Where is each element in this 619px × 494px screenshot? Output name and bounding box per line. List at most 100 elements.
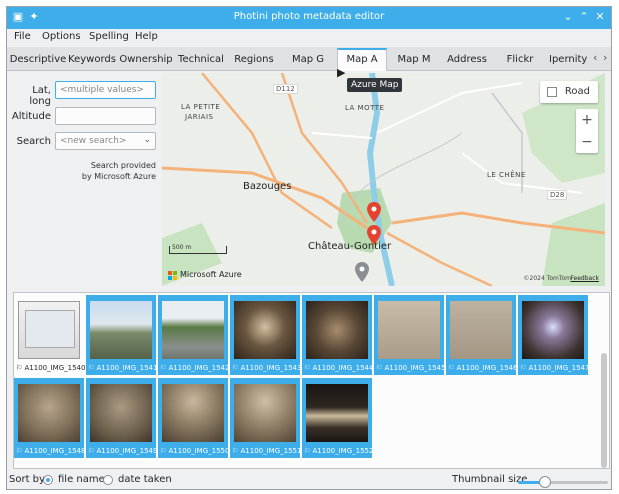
attribution-line-2: by Microsoft Azure xyxy=(81,172,156,181)
thumbnail[interactable]: ⚐ A1100_IMG_1546 xyxy=(446,295,518,375)
location-panel: Lat, long <multiple values> Altitude Sea… xyxy=(7,70,160,288)
map-pin-icon[interactable] xyxy=(367,225,381,245)
thumbnail-image xyxy=(162,301,224,359)
tab-descriptive[interactable]: Descriptive xyxy=(9,50,67,69)
sort-date-label[interactable]: date taken xyxy=(118,474,172,485)
thumbnail[interactable]: ⚐ A1100_IMG_1552 xyxy=(302,378,374,458)
search-label: Search xyxy=(16,136,51,147)
thumbnail-scrollbar[interactable] xyxy=(601,353,607,468)
thumbnail-image xyxy=(162,384,224,442)
thumbnail[interactable]: ⚐ A1100_IMG_1543 xyxy=(230,295,302,375)
altitude-label: Altitude xyxy=(11,111,51,122)
road-label-d28: D28 xyxy=(547,190,568,200)
thumbnail[interactable]: ⚐ A1100_IMG_1544 xyxy=(302,295,373,375)
thumbnail-caption: ⚐ A1100_IMG_1551 xyxy=(232,447,302,455)
road-label-d112: D112 xyxy=(273,84,298,94)
thumbnail-image xyxy=(90,384,152,442)
thumbnail-image xyxy=(306,301,368,359)
tab-scroll-left-icon[interactable]: ‹ xyxy=(593,51,597,64)
thumbnail-caption: ⚐ A1100_IMG_1543 xyxy=(232,364,302,372)
map-style-label: Road xyxy=(564,86,590,97)
tab-ipernity[interactable]: Ipernity xyxy=(549,50,593,69)
thumbnail-image xyxy=(234,301,296,359)
sort-label: Sort by xyxy=(9,474,45,485)
title-bar: ▣ ✦ Photini photo metadata editor ⌄ ⌃ ✕ xyxy=(7,7,611,29)
search-placeholder: <new search> xyxy=(60,136,127,146)
place-le-chene: LE CHÊNE xyxy=(487,171,526,179)
zoom-out-button[interactable]: − xyxy=(576,131,598,153)
map-brand: Microsoft Azure xyxy=(180,270,242,279)
search-combobox[interactable]: <new search> ⌄ xyxy=(55,132,156,150)
thumbnail-caption: ⚐ A1100_IMG_1552 xyxy=(304,447,374,455)
sort-filename-radio[interactable] xyxy=(43,475,53,485)
close-icon[interactable]: ✕ xyxy=(593,10,607,24)
menu-help[interactable]: Help xyxy=(135,31,158,42)
map-copyright: ©2024 TomTom xyxy=(523,275,572,282)
thumbnail-size-slider[interactable] xyxy=(518,476,608,488)
thumbnail[interactable]: ⚐ A1100_IMG_1550 xyxy=(158,378,229,458)
map-style-button[interactable]: Road xyxy=(540,81,598,103)
attribution-line-1: Search provided xyxy=(90,161,156,170)
thumbnail[interactable]: ⚐ A1100_IMG_1547 xyxy=(518,295,590,375)
maximize-icon[interactable]: ⌃ xyxy=(577,10,591,24)
thumbnail-grid: ⚐ A1100_IMG_1540 ⚐ A1100_IMG_1541 ⚐ A110… xyxy=(13,292,610,469)
thumbnail-image xyxy=(450,301,512,359)
thumbnail-image xyxy=(90,301,152,359)
zoom-in-button[interactable]: + xyxy=(576,109,598,131)
slider-handle[interactable] xyxy=(539,476,551,488)
menu-options[interactable]: Options xyxy=(42,31,81,42)
tab-keywords[interactable]: Keywords xyxy=(67,50,117,69)
thumbnail-caption: ⚐ A1100_IMG_1549 xyxy=(88,447,158,455)
scale-label: 500 m xyxy=(172,244,192,251)
thumbnail[interactable]: ⚐ A1100_IMG_1551 xyxy=(230,378,302,458)
thumbnail-image xyxy=(378,301,440,359)
tooltip: Azure Map xyxy=(347,78,403,92)
sort-filename-label[interactable]: file name xyxy=(58,474,105,485)
thumbnail-caption: ⚐ A1100_IMG_1548 xyxy=(16,447,86,455)
menu-file[interactable]: File xyxy=(14,31,31,42)
thumbnail-image xyxy=(522,301,584,359)
thumbnail-size-label: Thumbnail size xyxy=(452,474,528,485)
tab-address[interactable]: Address xyxy=(441,50,493,69)
thumbnail-image xyxy=(306,384,368,442)
thumbnail-caption: ⚐ A1100_IMG_1547 xyxy=(520,364,590,372)
thumbnail-image xyxy=(18,384,80,442)
tab-map-m[interactable]: Map M xyxy=(389,50,439,69)
tab-ownership[interactable]: Ownership xyxy=(119,50,173,69)
minimize-icon[interactable]: ⌄ xyxy=(561,10,575,24)
mouse-cursor-icon: ▶ xyxy=(337,66,346,79)
map-view[interactable]: D112 D28 LA PETITE JARIAIS LA MOTTE LE C… xyxy=(162,73,605,286)
thumbnail-caption: ⚐ A1100_IMG_1545 xyxy=(376,364,446,372)
thumbnail[interactable]: ⚐ A1100_IMG_1541 xyxy=(86,295,157,375)
tab-bar: Descriptive Keywords Ownership Technical… xyxy=(7,47,611,71)
map-feedback-link[interactable]: Feedback xyxy=(570,275,599,282)
thumbnail[interactable]: ⚐ A1100_IMG_1548 xyxy=(14,378,86,458)
thumbnail-caption: ⚐ A1100_IMG_1546 xyxy=(448,364,518,372)
search-attribution: Search provided by Microsoft Azure xyxy=(82,160,156,182)
chevron-down-icon: ⌄ xyxy=(143,135,151,145)
altitude-input[interactable] xyxy=(55,107,156,125)
map-pin-icon[interactable] xyxy=(367,202,381,222)
bottom-bar: Sort by file name date taken Thumbnail s… xyxy=(7,473,611,489)
thumbnail-image xyxy=(234,384,296,442)
place-jariais: JARIAIS xyxy=(185,113,214,121)
menu-spelling[interactable]: Spelling xyxy=(89,31,129,42)
latlong-label: Lat, long xyxy=(29,85,51,107)
place-bazouges: Bazouges xyxy=(243,181,292,192)
thumbnail[interactable]: ⚐ A1100_IMG_1549 xyxy=(86,378,158,458)
thumbnail[interactable]: ⚐ A1100_IMG_1545 xyxy=(374,295,446,375)
tab-technical[interactable]: Technical xyxy=(175,50,227,69)
map-pin-gray-icon[interactable] xyxy=(355,262,369,282)
menu-bar: File Options Spelling Help xyxy=(7,29,611,47)
tab-scroll-right-icon[interactable]: › xyxy=(603,51,607,64)
thumbnail-image xyxy=(18,301,80,359)
tab-flickr[interactable]: Flickr xyxy=(495,50,545,69)
thumbnail[interactable]: ⚐ A1100_IMG_1542 xyxy=(158,295,229,375)
latlong-input[interactable]: <multiple values> xyxy=(55,81,156,99)
thumbnail[interactable]: ⚐ A1100_IMG_1540 xyxy=(14,295,86,375)
tab-regions[interactable]: Regions xyxy=(229,50,279,69)
place-la-petite: LA PETITE xyxy=(181,103,221,111)
thumbnail-caption: ⚐ A1100_IMG_1540 xyxy=(16,364,86,372)
tab-map-g[interactable]: Map G xyxy=(281,50,335,69)
sort-date-radio[interactable] xyxy=(103,475,113,485)
